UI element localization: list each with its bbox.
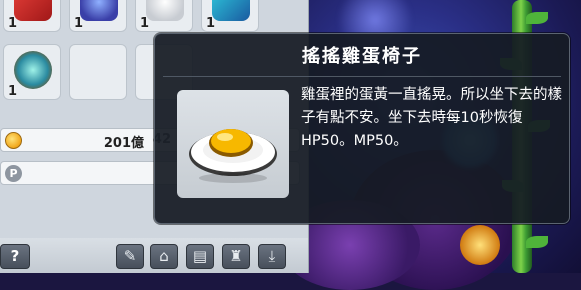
meso-coin-icon [5,132,22,149]
inventory-slot[interactable]: 1 [3,44,61,100]
wand-icon[interactable]: ✎ [116,244,144,269]
tooltip-divider [163,76,561,77]
jeweled-ornament-icon [14,51,52,89]
download-icon[interactable]: ⤓ [258,244,286,269]
item-icon-frame [177,90,289,198]
inventory-slot[interactable]: 1 [135,0,193,32]
crystal-tree-icon [80,0,118,21]
tooltip-description: 雞蛋裡的蛋黃一直搖晃。所以坐下去的樣子有點不安。坐下去時每10秒恢復HP50。M… [301,87,562,149]
white-glove-icon [146,0,184,21]
shop-icon[interactable]: ⌂ [150,244,178,269]
item-quantity: 1 [8,16,18,31]
fried-egg-icon [189,129,277,183]
item-quantity: 1 [206,16,216,31]
shirt-icon[interactable]: ♜ [222,244,250,269]
help-button[interactable]: ? [0,244,30,269]
item-quantity: 1 [8,84,18,99]
meso-amount: 201億 [103,136,144,151]
inventory-slot-empty[interactable] [69,44,127,100]
item-tooltip: 搖搖雞蛋椅子 雞蛋裡的蛋黃一直搖晃。所以坐下去的樣子有點不安。坐下去時每10秒恢… [154,33,570,224]
inventory-slot[interactable]: 1 [69,0,127,32]
item-quantity: 1 [140,16,150,31]
red-gift-boxes-icon [14,0,52,21]
inventory-slot[interactable]: 1 [201,0,259,32]
maple-point-icon: P [5,165,22,182]
orange-lantern [460,225,500,265]
item-quantity: 1 [74,16,84,31]
blue-snowman-icon [212,0,250,21]
inventory-slot[interactable]: 1 [3,0,61,32]
vine-leaf [526,236,548,248]
vine-leaf [526,12,548,24]
tooltip-title: 搖搖雞蛋椅子 [302,46,422,67]
storage-icon[interactable]: ▤ [186,244,214,269]
